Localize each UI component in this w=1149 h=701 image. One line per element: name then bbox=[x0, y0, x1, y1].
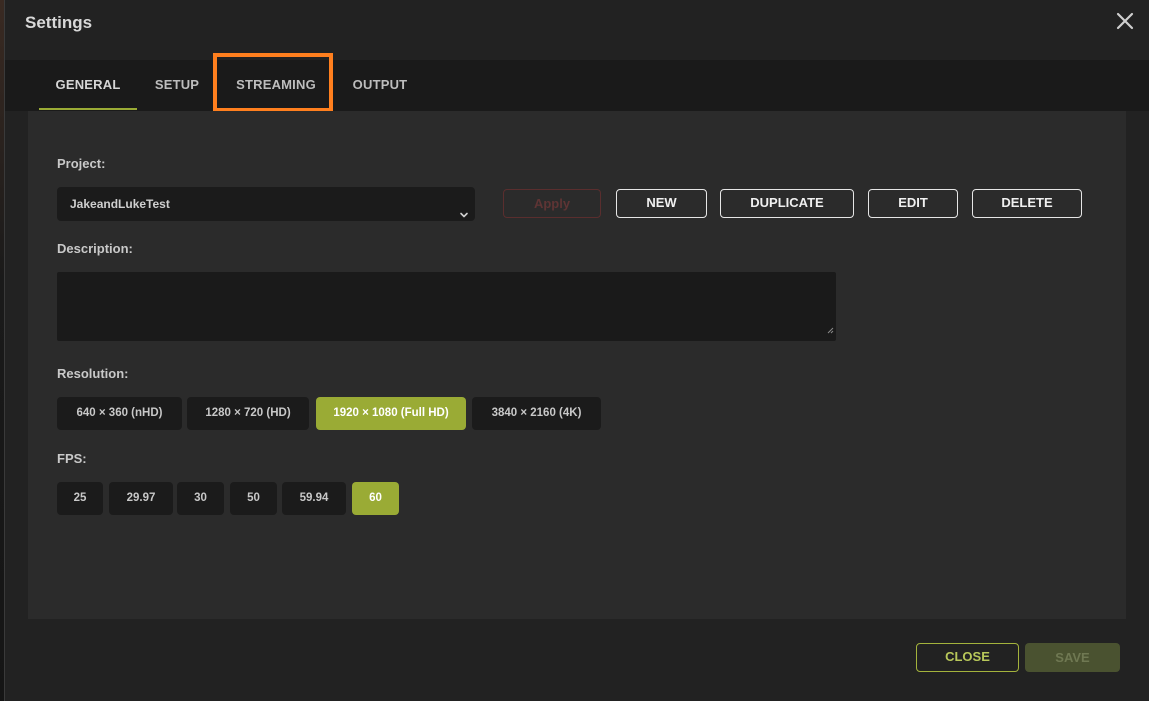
resolution-option-hd[interactable]: 1280 × 720 (HD) bbox=[187, 397, 309, 430]
dialog-title: Settings bbox=[25, 13, 93, 32]
tab-general[interactable]: GENERAL bbox=[39, 60, 137, 111]
tab-output[interactable]: OUTPUT bbox=[349, 60, 411, 111]
resolution-label: Resolution: bbox=[57, 366, 129, 381]
project-label: Project: bbox=[57, 156, 106, 171]
tab-setup[interactable]: SETUP bbox=[151, 60, 203, 111]
fps-option-50[interactable]: 50 bbox=[230, 482, 277, 515]
edit-button[interactable]: EDIT bbox=[868, 189, 958, 218]
close-icon[interactable] bbox=[1114, 10, 1136, 32]
fps-option-30[interactable]: 30 bbox=[177, 482, 224, 515]
tab-bar: GENERAL SETUP STREAMING OUTPUT bbox=[5, 60, 1149, 111]
resolution-option-nhd[interactable]: 640 × 360 (nHD) bbox=[57, 397, 182, 430]
dialog-titlebar: Settings bbox=[5, 0, 1149, 48]
project-select-value: JakeandLukeTest bbox=[70, 197, 170, 211]
fps-label: FPS: bbox=[57, 451, 87, 466]
fps-option-25[interactable]: 25 bbox=[57, 482, 103, 515]
fps-option-59-94[interactable]: 59.94 bbox=[282, 482, 346, 515]
chevron-down-icon bbox=[459, 199, 469, 233]
fps-option-29-97[interactable]: 29.97 bbox=[109, 482, 173, 515]
description-textarea[interactable] bbox=[57, 272, 836, 341]
resize-grip-icon[interactable] bbox=[826, 321, 834, 339]
project-select[interactable]: JakeandLukeTest bbox=[57, 187, 475, 221]
description-label: Description: bbox=[57, 241, 133, 256]
duplicate-button[interactable]: DUPLICATE bbox=[720, 189, 854, 218]
resolution-option-full-hd[interactable]: 1920 × 1080 (Full HD) bbox=[316, 397, 466, 430]
resolution-option-4k[interactable]: 3840 × 2160 (4K) bbox=[472, 397, 601, 430]
settings-dialog: Settings GENERAL SETUP STREAMING OUTPUT … bbox=[4, 0, 1149, 701]
tab-streaming[interactable]: STREAMING bbox=[231, 60, 321, 111]
close-button[interactable]: CLOSE bbox=[916, 643, 1019, 672]
new-button[interactable]: NEW bbox=[616, 189, 707, 218]
delete-button[interactable]: DELETE bbox=[972, 189, 1082, 218]
apply-button[interactable]: Apply bbox=[503, 189, 601, 218]
save-button[interactable]: SAVE bbox=[1025, 643, 1120, 672]
fps-option-60[interactable]: 60 bbox=[352, 482, 399, 515]
